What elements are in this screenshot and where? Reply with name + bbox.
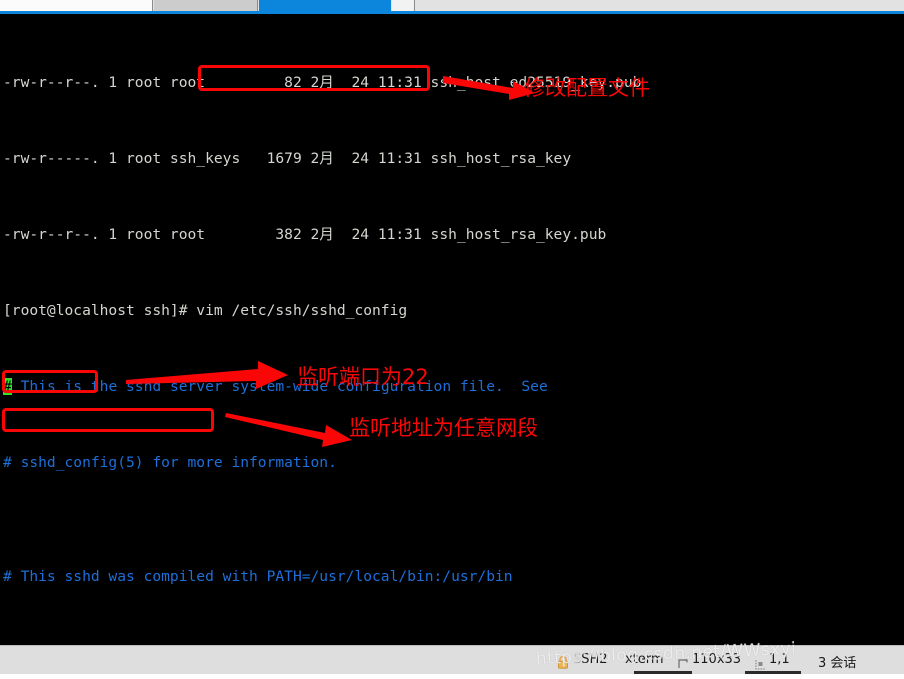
status-sessions[interactable]: 3 会话 xyxy=(818,652,856,671)
status-bar: SSH2 xterm 110x33 1,1 3 会话 xyxy=(0,645,904,674)
tab-inactive-2[interactable] xyxy=(154,0,258,11)
ls-row-2: -rw-r-----. 1 root ssh_keys 1679 2月 24 1… xyxy=(3,149,641,168)
vim-line-2: # sshd_config(5) for more information. xyxy=(3,454,337,471)
vim-line-5-blank xyxy=(3,624,641,643)
ls-row-1-filename: ssh_host_ed25519_key.pub xyxy=(430,74,642,91)
terminal-window: -rw-r--r--. 1 root root 82 2月 24 11:31 s… xyxy=(0,0,904,674)
vim-line-3-blank xyxy=(3,510,641,529)
ls-row-3-meta: -rw-r--r--. 1 root root 382 2月 24 11:31 xyxy=(3,226,431,243)
tab-inactive-1[interactable] xyxy=(0,0,153,11)
tab-inactive-3[interactable] xyxy=(392,0,415,11)
ls-row-3-filename: ssh_host_rsa_key.pub xyxy=(430,226,607,243)
ls-row-2-filename: ssh_host_rsa_key xyxy=(430,150,572,167)
shell-command: vim /etc/ssh/sshd_config xyxy=(196,302,408,319)
ls-row-2-meta: -rw-r-----. 1 root ssh_keys 1679 2月 24 1… xyxy=(3,150,431,167)
tab-active[interactable] xyxy=(259,0,391,11)
lock-icon xyxy=(557,654,569,673)
shell-prompt: [root@localhost ssh]# xyxy=(3,302,197,319)
vim-line-4: # This sshd was compiled with PATH=/usr/… xyxy=(3,568,513,585)
ls-row-1-meta: -rw-r--r--. 1 root root 82 2月 24 11:31 xyxy=(3,74,431,91)
tab-strip-empty xyxy=(416,0,904,11)
vim-line-1-text: This is the sshd server system-wide conf… xyxy=(11,378,548,395)
status-terminal-type[interactable]: xterm xyxy=(625,652,664,667)
status-terminal-size[interactable]: 110x33 xyxy=(692,652,741,667)
terminal-body[interactable]: -rw-r--r--. 1 root root 82 2月 24 11:31 s… xyxy=(0,14,904,645)
status-cursor-position[interactable]: 1,1 xyxy=(769,652,790,667)
shell-prompt-line: [root@localhost ssh]# vim /etc/ssh/sshd_… xyxy=(3,301,641,320)
ls-row-3: -rw-r--r--. 1 root root 382 2月 24 11:31 … xyxy=(3,225,641,244)
status-protocol[interactable]: SSH2 xyxy=(573,652,608,667)
terminal-text: -rw-r--r--. 1 root root 82 2月 24 11:31 s… xyxy=(3,16,641,645)
vim-cursor: # xyxy=(3,378,12,395)
ls-row-1: -rw-r--r--. 1 root root 82 2月 24 11:31 s… xyxy=(3,73,641,92)
vim-line-1: # This is the sshd server system-wide co… xyxy=(3,377,641,396)
